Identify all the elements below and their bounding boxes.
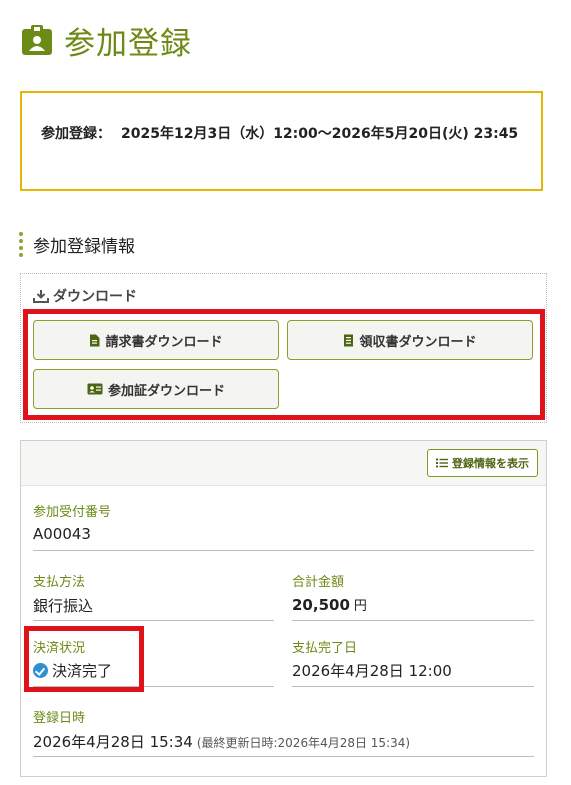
invoice-download-button[interactable]: 請求書ダウンロード [33, 320, 279, 360]
download-heading-label: ダウンロード [53, 289, 137, 305]
payment-status-label: 決済状況 [33, 641, 86, 656]
show-registration-info-button[interactable]: 登録情報を表示 [427, 449, 538, 477]
total-amount: 20,500 円 [292, 595, 367, 614]
payment-completed-value: 2026年4月28日 12:00 [292, 662, 452, 680]
section-heading: 参加登録情報 [18, 230, 135, 258]
reception-number-value: A00043 [33, 525, 91, 543]
info-card-header: 登録情報を表示 [21, 441, 546, 486]
registered-at-label: 登録日時 [33, 711, 86, 726]
divider [33, 686, 274, 687]
registration-period-box: 参加登録： 2025年12月3日（水）12:00〜2026年5月20日(火) 23… [20, 91, 543, 191]
reception-number-label: 参加受付番号 [33, 505, 112, 520]
document-icon [90, 334, 100, 346]
divider [33, 550, 534, 551]
payment-completed-label: 支払完了日 [292, 641, 358, 656]
page-header: 参加登録 [20, 18, 192, 62]
period-value: 2025年12月3日（水）12:00〜2026年5月20日(火) 23:45 [121, 126, 519, 142]
total-amount-value: 20,500 [292, 596, 350, 614]
list-icon [436, 458, 448, 468]
receipt-download-label: 領収書ダウンロード [359, 334, 477, 350]
certificate-download-button[interactable]: 参加証ダウンロード [33, 369, 279, 409]
divider [33, 756, 534, 757]
invoice-download-label: 請求書ダウンロード [105, 334, 223, 350]
divider [292, 686, 534, 687]
registration-info-card: 登録情報を表示 [20, 440, 547, 777]
payment-status-value: 決済完了 [52, 662, 113, 680]
registered-at: 2026年4月28日 15:34 (最終更新日時:2026年4月28日 15:34… [33, 731, 410, 752]
payment-method-label: 支払方法 [33, 575, 86, 590]
registered-at-value: 2026年4月28日 15:34 [33, 733, 193, 751]
show-registration-info-label: 登録情報を表示 [452, 457, 529, 470]
download-icon [33, 290, 49, 303]
dots-icon [18, 231, 24, 257]
total-amount-label: 合計金額 [292, 575, 345, 590]
certificate-download-label: 参加証ダウンロード [107, 383, 225, 399]
page: 参加登録 参加登録： 2025年12月3日（水）12:00〜2026年5月20日(… [0, 0, 571, 785]
payment-method-value: 銀行振込 [33, 597, 94, 615]
id-card-icon [87, 383, 103, 395]
divider [292, 620, 534, 621]
total-amount-unit: 円 [353, 599, 367, 614]
page-title: 参加登録 [64, 25, 192, 62]
download-heading: ダウンロード [33, 286, 137, 306]
period-label: 参加登録： [41, 126, 111, 142]
receipt-icon [344, 334, 354, 346]
registration-period: 参加登録： 2025年12月3日（水）12:00〜2026年5月20日(火) 23… [41, 121, 521, 147]
receipt-download-button[interactable]: 領収書ダウンロード [287, 320, 533, 360]
check-circle-icon [33, 663, 48, 678]
last-updated-note: (最終更新日時:2026年4月28日 15:34) [196, 736, 411, 750]
section-title: 参加登録情報 [33, 236, 135, 257]
payment-status: 決済完了 [33, 660, 112, 681]
divider [33, 620, 274, 621]
id-badge-icon [20, 23, 54, 57]
